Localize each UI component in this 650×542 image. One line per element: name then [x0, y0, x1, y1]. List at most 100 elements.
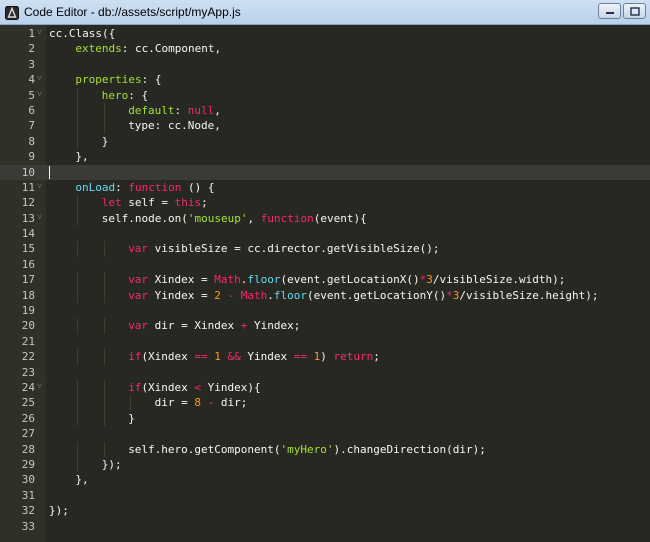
- code-line[interactable]: 11 ˅ onLoad: function () {: [0, 180, 650, 195]
- indent-guide: [130, 395, 132, 411]
- code-text: cc.Class({: [49, 27, 116, 40]
- code-line[interactable]: 1 ˅ cc.Class({: [0, 26, 650, 41]
- code-line[interactable]: 19: [0, 303, 650, 318]
- keyword-token: if: [128, 380, 142, 394]
- code-line[interactable]: 25 dir = 8 - dir;: [0, 395, 650, 411]
- line-number: 16: [21, 257, 35, 271]
- code-area[interactable]: 1 ˅ cc.Class({2 extends: cc.Component, 3 4 ˅ pr…: [0, 25, 650, 542]
- code-text: dir = Xindex: [148, 319, 241, 333]
- code-line[interactable]: 5 ˅ hero: {: [0, 87, 650, 103]
- code-line[interactable]: 10: [0, 164, 650, 180]
- code-line[interactable]: 21: [0, 334, 650, 349]
- fold-arrow-icon[interactable]: ˅: [37, 72, 42, 87]
- number-token: 1: [214, 350, 221, 364]
- operator-token: &&: [227, 350, 241, 364]
- indent-guide: [77, 410, 79, 427]
- code-content: }: [102, 134, 109, 149]
- property-token: default: [128, 103, 175, 117]
- code-line[interactable]: 23: [0, 365, 650, 380]
- code-text: (Xindex: [141, 350, 195, 364]
- code-line[interactable]: 15 var visibleSize = cc.director.getVisib…: [0, 241, 650, 257]
- code-line[interactable]: 2 extends: cc.Component,: [0, 41, 650, 56]
- code-text: (Xindex: [141, 380, 195, 394]
- code-text: (event.getLocationX(): [280, 273, 420, 287]
- code-line[interactable]: 26}: [0, 410, 650, 427]
- fold-arrow-icon[interactable]: ˅: [37, 26, 42, 41]
- keyword-token: Math: [214, 273, 241, 287]
- code-line[interactable]: 31: [0, 488, 650, 503]
- title-bar[interactable]: Code Editor - db://assets/script/myApp.j…: [0, 0, 650, 25]
- code-line[interactable]: 9},: [0, 149, 650, 164]
- operator-token: *: [446, 288, 453, 302]
- code-text: self.hero.getComponent(: [128, 442, 281, 456]
- code-line[interactable]: 6 default: null,: [0, 102, 650, 119]
- indent-guide: [77, 118, 79, 134]
- code-line[interactable]: 8}: [0, 133, 650, 150]
- code-content: extends: cc.Component,: [75, 41, 221, 56]
- code-text: (event.getLocationY(): [307, 288, 447, 302]
- line-number: 18: [21, 288, 35, 302]
- indent-guide: [77, 318, 79, 334]
- code-line[interactable]: 22 if(Xindex == 1 && Yindex == 1) return;: [0, 349, 650, 365]
- code-text: () {: [181, 180, 215, 194]
- code-line[interactable]: 13 ˅ self.node.on('mouseup', function(even…: [0, 210, 650, 227]
- code-line[interactable]: 33: [0, 519, 650, 534]
- code-line[interactable]: 16: [0, 257, 650, 272]
- fold-arrow-icon[interactable]: ˅: [37, 211, 42, 226]
- code-content: },: [75, 472, 88, 487]
- code-text: self.node.on(: [101, 211, 188, 225]
- code-text: dir =: [154, 396, 195, 410]
- code-line[interactable]: 4 ˅ properties: {: [0, 72, 650, 87]
- code-line[interactable]: 29});: [0, 456, 650, 473]
- code-content: hero: {: [102, 88, 148, 103]
- line-number: 12: [21, 196, 35, 210]
- line-number: 7: [28, 119, 35, 133]
- code-line[interactable]: 17 var Xindex = Math.floor(event.getLocat…: [0, 272, 650, 288]
- code-text: : {: [141, 73, 162, 87]
- indent-guide: [103, 410, 105, 427]
- code-content: });: [102, 457, 122, 472]
- line-number: 32: [21, 504, 35, 518]
- code-line[interactable]: 28 self.hero.getComponent('myHero').chang…: [0, 441, 650, 457]
- code-line[interactable]: 27: [0, 426, 650, 441]
- code-line[interactable]: 30},: [0, 472, 650, 487]
- keyword-token: this: [174, 196, 202, 210]
- code-line[interactable]: 32});: [0, 503, 650, 518]
- code-line[interactable]: 18 var Yindex = 2 - Math.floor(event.getL…: [0, 287, 650, 304]
- code-line[interactable]: 24 ˅ if(Xindex < Yindex){: [0, 379, 650, 396]
- line-number: 30: [21, 473, 35, 487]
- window-title: Code Editor - db://assets/script/myApp.j…: [24, 5, 241, 19]
- minimize-button[interactable]: [598, 3, 621, 19]
- keyword-token: let: [101, 196, 122, 210]
- line-number: 24: [21, 380, 35, 394]
- operator-token: ==: [194, 350, 208, 364]
- code-line[interactable]: 12 let self = this;: [0, 195, 650, 211]
- fold-arrow-icon[interactable]: ˅: [37, 88, 42, 103]
- text-cursor: [49, 165, 50, 179]
- code-content: var Yindex = 2 - Math.floor(event.getLoc…: [128, 288, 598, 303]
- code-content: if(Xindex < Yindex){: [128, 380, 260, 395]
- code-text: ,: [214, 103, 221, 117]
- maximize-button[interactable]: [623, 3, 646, 19]
- code-line[interactable]: 14: [0, 226, 650, 241]
- line-number: 14: [21, 227, 35, 241]
- function-token: onLoad: [75, 180, 116, 194]
- indent-guide: [77, 241, 79, 257]
- indent-guide: [77, 272, 79, 288]
- indent-guide: [103, 441, 105, 457]
- indent-guide: [103, 395, 105, 411]
- code-line[interactable]: 3: [0, 57, 650, 72]
- indent-guide: [77, 379, 79, 396]
- code-line[interactable]: 20 var dir = Xindex + Yindex;: [0, 318, 650, 334]
- line-number: 3: [28, 57, 35, 71]
- string-token: 'myHero': [280, 442, 334, 456]
- indent-guide: [77, 133, 79, 150]
- line-number: 8: [28, 134, 35, 148]
- fold-arrow-icon[interactable]: ˅: [37, 380, 42, 395]
- line-number: 22: [21, 350, 35, 364]
- code-line[interactable]: 7 type: cc.Node,: [0, 118, 650, 134]
- fold-arrow-icon[interactable]: ˅: [37, 180, 42, 195]
- indent-guide: [103, 272, 105, 288]
